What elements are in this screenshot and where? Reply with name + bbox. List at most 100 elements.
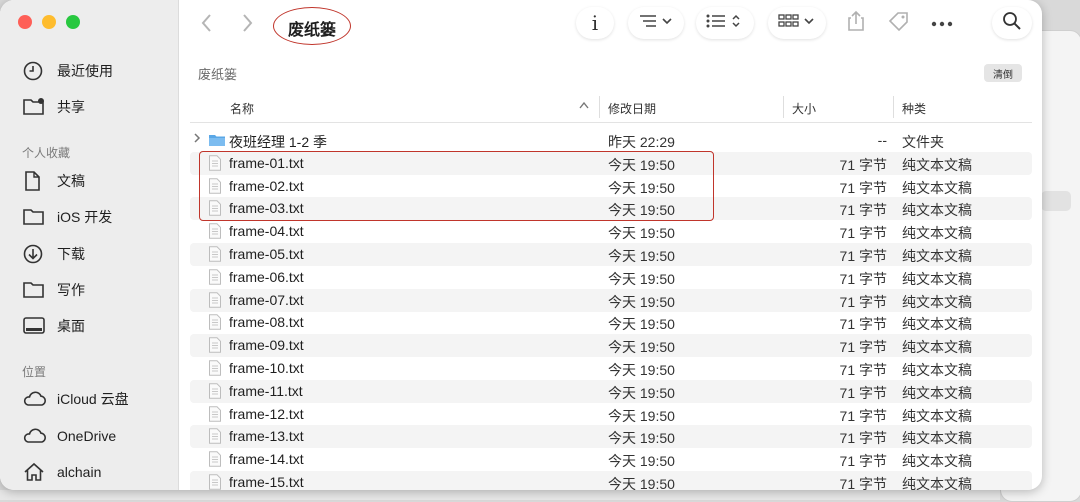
file-modified-date: 今天 19:50 <box>608 316 675 333</box>
file-size: 71 字节 <box>839 407 887 424</box>
file-row[interactable]: frame-15.txt 今天 19:50 71 字节 纯文本文稿 <box>190 471 1032 490</box>
file-row[interactable]: frame-04.txt 今天 19:50 71 字节 纯文本文稿 <box>190 220 1032 243</box>
info-icon: i <box>591 11 599 35</box>
file-modified-date: 今天 19:50 <box>608 453 675 470</box>
sidebar-item-label: iOS 开发 <box>57 209 113 225</box>
file-size: 71 字节 <box>839 339 887 356</box>
file-kind: 纯文本文稿 <box>902 384 972 401</box>
grid-view-icon <box>777 13 817 34</box>
folder-icon <box>22 279 48 301</box>
sort-button[interactable] <box>628 7 684 39</box>
file-name: frame-05.txt <box>229 246 304 262</box>
file-name: frame-08.txt <box>229 314 304 331</box>
info-button[interactable]: i <box>576 7 614 39</box>
view-options-button[interactable] <box>696 7 754 39</box>
file-name: 夜班经理 1-2 季 <box>229 134 328 150</box>
file-kind: 纯文本文稿 <box>902 202 972 219</box>
file-size: 71 字节 <box>839 248 887 264</box>
file-row[interactable]: frame-10.txt 今天 19:50 71 字节 纯文本文稿 <box>190 357 1032 380</box>
sidebar-item-label: alchain <box>57 464 102 480</box>
folder-icon <box>208 132 226 148</box>
sidebar-item-shared[interactable]: 共享 <box>22 94 85 120</box>
file-modified-date: 今天 19:50 <box>608 384 675 401</box>
file-row[interactable]: frame-12.txt 今天 19:50 71 字节 纯文本文稿 <box>190 403 1032 426</box>
sidebar-item-downloads[interactable]: 下载 <box>22 241 85 267</box>
more-icon <box>931 14 953 32</box>
empty-trash-button[interactable]: 清倒 <box>984 64 1022 82</box>
file-modified-date: 今天 19:50 <box>608 293 675 310</box>
file-row[interactable]: frame-09.txt 今天 19:50 71 字节 纯文本文稿 <box>190 334 1032 358</box>
text-file-icon <box>208 383 222 399</box>
file-name: frame-09.txt <box>229 337 304 354</box>
file-modified-date: 今天 19:50 <box>608 476 675 490</box>
column-header-modified[interactable]: 修改日期 <box>608 94 656 122</box>
cloud-icon <box>22 425 48 447</box>
locations-section-title: 位置 <box>22 365 47 379</box>
sidebar-item-documents[interactable]: 文稿 <box>22 168 85 194</box>
window-controls <box>18 15 80 29</box>
column-header-name[interactable]: 名称 <box>230 94 254 122</box>
search-button[interactable] <box>992 7 1032 39</box>
column-header-kind[interactable]: 种类 <box>902 94 926 122</box>
file-row[interactable]: frame-08.txt 今天 19:50 71 字节 纯文本文稿 <box>190 311 1032 334</box>
file-modified-date: 今天 19:50 <box>608 248 675 264</box>
file-modified-date: 今天 19:50 <box>608 407 675 424</box>
sort-list-icon <box>638 14 674 33</box>
file-modified-date: 今天 19:50 <box>608 430 675 447</box>
tag-button[interactable] <box>884 7 914 39</box>
column-separator[interactable] <box>599 96 600 118</box>
sort-ascending-icon <box>578 100 590 112</box>
background-strip <box>0 490 1000 500</box>
sidebar-item-desktop[interactable]: 桌面 <box>22 313 85 339</box>
file-row[interactable]: frame-06.txt 今天 19:50 71 字节 纯文本文稿 <box>190 266 1032 289</box>
column-header-size[interactable]: 大小 <box>792 94 816 122</box>
more-button[interactable] <box>926 7 958 39</box>
group-button[interactable] <box>768 7 826 39</box>
file-row[interactable]: frame-11.txt 今天 19:50 71 字节 纯文本文稿 <box>190 379 1032 403</box>
sidebar-item-recents[interactable]: 最近使用 <box>22 58 113 84</box>
file-name: frame-13.txt <box>229 428 304 445</box>
sidebar-item-ios-dev[interactable]: iOS 开发 <box>22 204 112 230</box>
disclosure-triangle-icon[interactable] <box>193 132 201 147</box>
file-name: frame-11.txt <box>229 382 303 399</box>
file-row[interactable]: frame-13.txt 今天 19:50 71 字节 纯文本文稿 <box>190 425 1032 449</box>
file-name: frame-12.txt <box>229 405 304 422</box>
chevron-left-icon[interactable] <box>196 12 218 34</box>
folder-row[interactable]: 夜班经理 1-2 季 昨天 22:29 -- 文件夹 <box>190 129 1032 152</box>
file-kind: 纯文本文稿 <box>902 476 972 490</box>
file-name: frame-07.txt <box>229 291 304 308</box>
file-kind: 纯文本文稿 <box>902 407 972 424</box>
chevron-right-icon[interactable] <box>236 12 258 34</box>
text-file-icon <box>208 223 222 239</box>
file-size: 71 字节 <box>839 156 887 173</box>
tag-icon <box>887 10 911 37</box>
sidebar-item-label: 最近使用 <box>57 63 113 79</box>
file-size: 71 字节 <box>839 384 887 401</box>
zoom-button[interactable] <box>66 15 80 29</box>
finder-window: 最近使用 共享 个人收藏 文稿 iOS 开发 下载 写作 桌面 位置 iClou… <box>0 0 1042 490</box>
file-kind: 纯文本文稿 <box>902 179 972 196</box>
cloud-icon <box>22 388 48 410</box>
minimize-button[interactable] <box>42 15 56 29</box>
desktop-icon <box>22 315 48 337</box>
text-file-icon <box>208 269 222 285</box>
file-row[interactable]: frame-07.txt 今天 19:50 71 字节 纯文本文稿 <box>190 288 1032 312</box>
file-row[interactable]: frame-05.txt 今天 19:50 71 字节 纯文本文稿 <box>190 243 1032 266</box>
sidebar-item-onedrive[interactable]: OneDrive <box>22 423 116 449</box>
sidebar-item-icloud[interactable]: iCloud 云盘 <box>22 386 129 412</box>
text-file-icon <box>208 360 222 376</box>
share-icon <box>846 10 866 37</box>
file-row[interactable]: frame-14.txt 今天 19:50 71 字节 纯文本文稿 <box>190 448 1032 471</box>
sidebar-item-writing[interactable]: 写作 <box>22 277 85 303</box>
share-button[interactable] <box>842 7 870 39</box>
column-separator[interactable] <box>893 96 894 118</box>
column-separator[interactable] <box>783 96 784 118</box>
text-file-icon <box>208 246 222 262</box>
file-name: frame-04.txt <box>229 223 304 240</box>
sidebar-item-home[interactable]: alchain <box>22 459 101 485</box>
close-button[interactable] <box>18 15 32 29</box>
sidebar-item-label: 写作 <box>57 282 85 298</box>
background-pill <box>1041 191 1071 211</box>
text-file-icon <box>208 337 222 353</box>
file-modified-date: 昨天 22:29 <box>608 134 675 150</box>
